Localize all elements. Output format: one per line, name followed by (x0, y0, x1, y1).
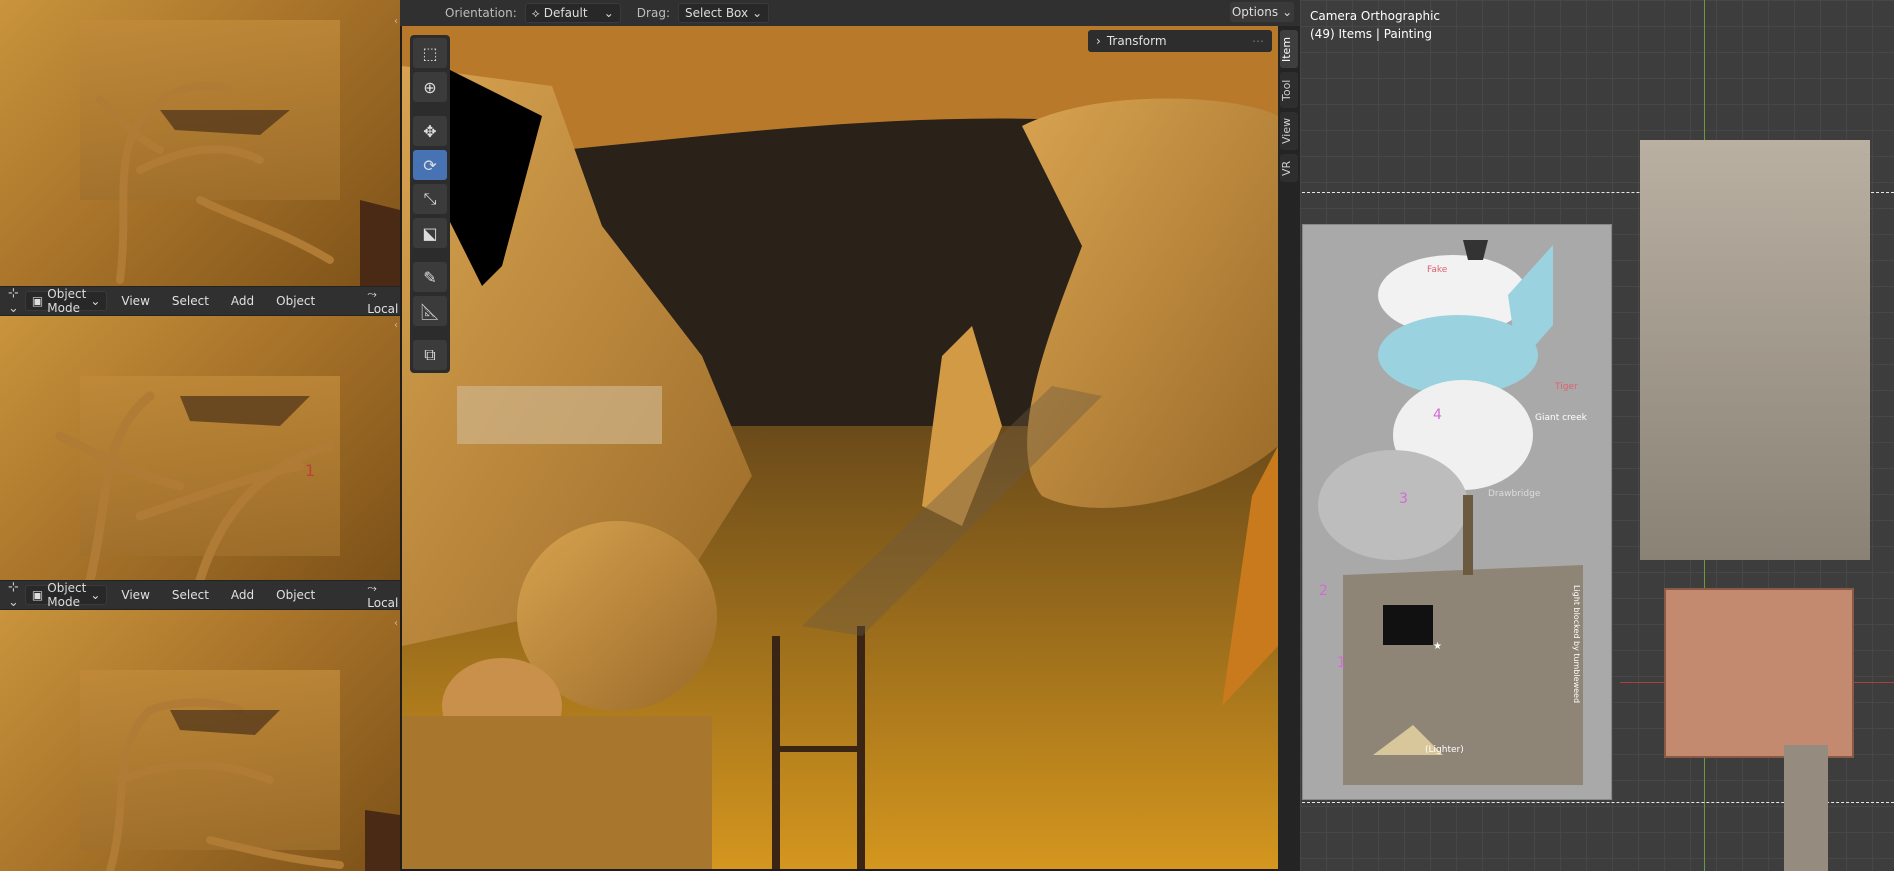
menu-add[interactable]: Add (223, 588, 262, 602)
move-tool[interactable]: ✥ (413, 116, 447, 146)
pier-model[interactable] (1784, 745, 1828, 871)
measure-tool[interactable]: 📐︎ (413, 296, 447, 326)
mode-dropdown[interactable]: ▣ Object Mode ⌄ (24, 287, 108, 315)
camera-viewport-1[interactable]: ‹ (0, 0, 400, 286)
branches-drawing (106, 698, 400, 871)
chevron-down-icon: ⌄ (1282, 5, 1293, 19)
branches-drawing: 1 (55, 391, 335, 580)
drag-handle-icon[interactable]: ⋯ (1252, 34, 1264, 48)
menu-view[interactable]: View (113, 588, 157, 602)
chevron-right-icon: › (1096, 34, 1101, 48)
tab-tool[interactable]: Tool (1280, 72, 1298, 108)
chevron-down-icon: ⌄ (90, 588, 101, 602)
sidebar-tabs: Item Tool View VR (1278, 26, 1300, 871)
painting-map: ★ (1303, 225, 1611, 799)
chevron-down-icon: ⌄ (90, 294, 101, 308)
view-subtitle: (49) Items | Painting (1310, 27, 1432, 41)
main-3d-viewport[interactable] (402, 26, 1278, 869)
area-number-1: 1 (1337, 655, 1346, 671)
viewport-header-1: ⊹ ⌄ ▣ Object Mode ⌄ View Select Add Obje… (0, 286, 400, 316)
label-drawbridge: Drawbridge (1488, 489, 1541, 499)
select-cursor-icon: ⬚ (422, 43, 438, 63)
tab-item[interactable]: Item (1280, 30, 1298, 68)
area-number-3: 3 (1399, 491, 1408, 507)
label-fake: Fake (1427, 265, 1448, 275)
viewport-header-2: ⊹ ⌄ ▣ Object Mode ⌄ View Select Add Obje… (0, 580, 400, 610)
menu-object[interactable]: Object (268, 294, 323, 308)
pencil-icon: ✎ (423, 267, 437, 287)
options-dropdown[interactable]: Options ⌄ (1230, 2, 1294, 22)
mode-dropdown[interactable]: ▣ Object Mode ⌄ (24, 581, 108, 609)
menu-object[interactable]: Object (268, 588, 323, 602)
tab-vr[interactable]: VR (1280, 154, 1298, 182)
transform-orientation[interactable]: ⤳ Local (359, 581, 406, 610)
orientation-icon: ⤳ (367, 286, 377, 301)
orientation-label: Orientation: (445, 6, 517, 20)
tab-view[interactable]: View (1280, 112, 1298, 150)
annotate-tool[interactable]: ✎ (413, 262, 447, 292)
orientation-icon: ⤳ (367, 580, 377, 595)
painting-plane[interactable]: ★ Fake Tiger Giant creek Drawbridge (Lig… (1302, 224, 1612, 800)
editor-type-icon[interactable]: ⊹ ⌄ (8, 580, 19, 610)
orientation-label: Local (367, 595, 399, 610)
area-number-4: 4 (1433, 407, 1442, 423)
orientation-icon: ⟡ (531, 5, 540, 20)
drag-dropdown[interactable]: Select Box ⌄ (677, 3, 770, 23)
transform-panel-header[interactable]: › Transform ⋯ (1088, 30, 1272, 52)
label-tiger: Tiger (1555, 382, 1578, 392)
ruler-icon: 📐︎ (419, 301, 441, 321)
orientation-dropdown[interactable]: ⟡ Default ⌄ (524, 3, 621, 23)
mode-label: Object Mode (47, 287, 87, 315)
orientation-label: Local (367, 301, 399, 316)
label-giant-creek: Giant creek (1535, 413, 1587, 423)
object-mode-icon: ▣ (31, 294, 44, 308)
scene-render (402, 26, 1278, 869)
left-viewport-column: ‹ ⊹ ⌄ ▣ Object Mode ⌄ View Select Add Ob… (0, 0, 400, 871)
transform-orientation[interactable]: ⤳ Local (359, 287, 406, 316)
scale-icon: ⤡ (423, 189, 437, 208)
camera-viewport-3[interactable]: ‹ (0, 610, 400, 871)
castle-base-model[interactable] (1664, 588, 1854, 758)
cursor-tool[interactable]: ⊕ (413, 72, 447, 102)
mode-label: Object Mode (47, 581, 87, 609)
menu-view[interactable]: View (113, 294, 157, 308)
tool-shelf: ⬚ ⊕ ✥ ⟳ ⤡ ⬕ ✎ 📐︎ ⧉ (410, 35, 450, 373)
view-title: Camera Orthographic (1310, 9, 1440, 23)
menu-add[interactable]: Add (223, 294, 262, 308)
editor-type-icon[interactable]: ⊹ ⌄ (8, 286, 19, 316)
camera-viewport-2[interactable]: 1 ‹ (0, 316, 400, 580)
rotate-icon: ⟳ (423, 155, 437, 175)
label-lighter: (Lighter) (1425, 745, 1464, 755)
rotate-tool[interactable]: ⟳ (413, 150, 447, 180)
castle-model-top[interactable] (1640, 140, 1870, 560)
label-light-blocked: Light blocked by tumbleweed (1572, 585, 1581, 704)
area-number-2: 2 (1319, 583, 1328, 599)
crosshair-icon: ⊕ (423, 77, 437, 97)
svg-text:★: ★ (1433, 641, 1442, 652)
chevron-down-icon: ⌄ (752, 6, 763, 20)
viewport-info-overlay: Camera Orthographic (49) Items | Paintin… (1310, 7, 1440, 43)
drag-value: Select Box (684, 6, 749, 20)
transform-icon: ⬕ (422, 223, 438, 243)
orientation-value: Default (543, 6, 588, 20)
move-arrows-icon: ✥ (423, 121, 437, 141)
scale-tool[interactable]: ⤡ (413, 184, 447, 214)
select-box-tool[interactable]: ⬚ (413, 38, 447, 68)
svg-text:1: 1 (305, 461, 315, 480)
options-label: Options (1231, 5, 1279, 19)
object-mode-icon: ▣ (31, 588, 44, 602)
transform-tool[interactable]: ⬕ (413, 218, 447, 248)
add-cube-tool[interactable]: ⧉ (413, 340, 447, 370)
chevron-down-icon: ⌄ (603, 6, 614, 20)
branches-drawing (96, 82, 400, 286)
drag-label: Drag: (636, 6, 670, 20)
menu-select[interactable]: Select (164, 588, 217, 602)
main-viewport-header: Orientation: ⟡ Default ⌄ Drag: Select Bo… (400, 0, 1300, 26)
menu-select[interactable]: Select (164, 294, 217, 308)
transform-label: Transform (1106, 34, 1167, 48)
cube-add-icon: ⧉ (424, 345, 436, 364)
